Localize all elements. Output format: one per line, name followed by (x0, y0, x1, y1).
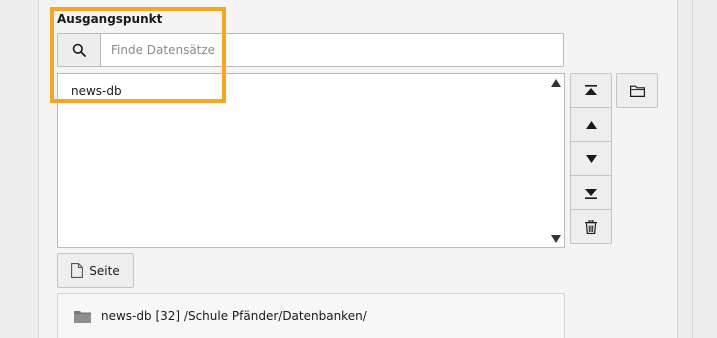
add-page-button[interactable]: Seite (57, 253, 134, 288)
page-icon (71, 263, 84, 278)
field-label: Ausgangspunkt (57, 12, 163, 26)
scroll-down-arrow-icon[interactable] (551, 235, 561, 243)
add-page-label: Seite (89, 263, 120, 278)
folder-icon (629, 85, 645, 97)
search-icon (72, 43, 86, 57)
move-up-icon (585, 120, 597, 129)
selected-items-list[interactable]: news-db (57, 73, 565, 248)
move-to-bottom-icon (585, 188, 597, 199)
search-button[interactable] (58, 34, 101, 66)
record-info-row: news-db [32] /Schule Pfänder/Datenbanken… (57, 293, 565, 338)
move-to-top-button[interactable] (570, 73, 612, 108)
list-item[interactable]: news-db (71, 84, 122, 98)
delete-button[interactable] (570, 209, 612, 244)
record-name: news-db (101, 309, 152, 323)
move-down-icon (585, 154, 597, 163)
record-info-text: news-db [32] /Schule Pfänder/Datenbanken… (101, 309, 367, 323)
trash-icon (585, 219, 597, 234)
search-input[interactable] (101, 34, 561, 66)
move-to-bottom-button[interactable] (570, 175, 612, 210)
search-field (57, 33, 564, 67)
move-down-button[interactable] (570, 141, 612, 176)
move-button-group (570, 73, 612, 244)
browse-records-button[interactable] (616, 73, 658, 108)
move-to-top-icon (585, 84, 597, 95)
divider (692, 0, 693, 338)
scroll-up-arrow-icon[interactable] (551, 79, 561, 87)
move-up-button[interactable] (570, 107, 612, 142)
record-id: [32] (155, 309, 181, 323)
record-path: /Schule Pfänder/Datenbanken/ (183, 309, 367, 323)
folder-icon (74, 311, 91, 323)
